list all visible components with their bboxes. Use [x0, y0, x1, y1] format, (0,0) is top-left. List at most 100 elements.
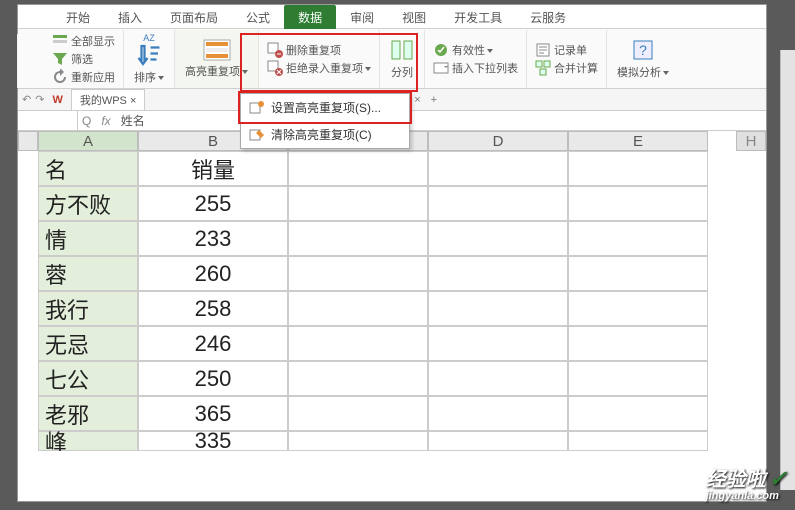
cell[interactable]: 我行	[38, 291, 138, 326]
redo-icon[interactable]: ↷	[35, 93, 44, 106]
cell[interactable]: 销量	[138, 151, 288, 186]
cell[interactable]	[428, 221, 568, 256]
reject-dup-label: 拒绝录入重复项	[286, 60, 371, 76]
cell[interactable]	[428, 431, 568, 451]
table-row: 情 233	[38, 221, 766, 256]
col-header-A[interactable]: A	[38, 131, 138, 151]
tab-dev[interactable]: 开发工具	[440, 5, 516, 28]
tab-close-icon[interactable]: ×	[130, 95, 136, 107]
cell[interactable]	[288, 361, 428, 396]
sort-icon	[137, 43, 161, 67]
tab-formula[interactable]: 公式	[232, 5, 284, 28]
cell[interactable]: 七公	[38, 361, 138, 396]
cell[interactable]: 365	[138, 396, 288, 431]
formula-input[interactable]: 姓名	[117, 112, 766, 129]
validity-button[interactable]: 有效性	[431, 41, 495, 59]
cell[interactable]: 方不败	[38, 186, 138, 221]
table-row: 峰 335	[38, 431, 766, 451]
cell[interactable]	[568, 151, 708, 186]
cell[interactable]: 246	[138, 326, 288, 361]
reject-duplicates-button[interactable]: 拒绝录入重复项	[265, 59, 373, 77]
select-all-corner[interactable]	[18, 131, 38, 151]
cell[interactable]: 335	[138, 431, 288, 451]
insert-dropdown-button[interactable]: 插入下拉列表	[431, 59, 520, 77]
cell[interactable]	[568, 186, 708, 221]
cell[interactable]	[568, 396, 708, 431]
cell[interactable]	[288, 431, 428, 451]
cell[interactable]	[288, 151, 428, 186]
cell[interactable]	[428, 326, 568, 361]
cell[interactable]: 250	[138, 361, 288, 396]
cell[interactable]	[428, 186, 568, 221]
svg-text:?: ?	[639, 42, 647, 58]
cell[interactable]: 峰	[38, 431, 138, 451]
split-icon	[390, 38, 414, 62]
sort-button[interactable]: AZ 排序	[130, 31, 168, 87]
add-tab-button[interactable]: +	[425, 94, 443, 106]
grid-area: A B C D E 名 销量 方不败 255 情 233	[18, 131, 766, 501]
table-row: 老邪 365	[38, 396, 766, 431]
consolidate-button[interactable]: 合并计算	[533, 59, 600, 77]
cell[interactable]	[568, 256, 708, 291]
fx-icon[interactable]: fx	[95, 114, 116, 128]
tab-start[interactable]: 开始	[52, 5, 104, 28]
cell[interactable]	[428, 256, 568, 291]
cell[interactable]	[428, 396, 568, 431]
cell[interactable]	[288, 291, 428, 326]
cell[interactable]	[568, 291, 708, 326]
tab-layout[interactable]: 页面布局	[156, 5, 232, 28]
cell[interactable]	[288, 221, 428, 256]
cell[interactable]	[428, 151, 568, 186]
tab-insert[interactable]: 插入	[104, 5, 156, 28]
sort-label: 排序	[134, 69, 164, 85]
cell[interactable]: 名	[38, 151, 138, 186]
cell[interactable]	[288, 326, 428, 361]
col-header-D[interactable]: D	[428, 131, 568, 151]
tab-close-icon-2[interactable]: ×	[414, 94, 420, 106]
tab-cloud[interactable]: 云服务	[516, 5, 580, 28]
col-header-E[interactable]: E	[568, 131, 708, 151]
wps-tab[interactable]: 我的WPS ×	[71, 89, 146, 111]
what-if-button[interactable]: ? 模拟分析	[613, 36, 673, 82]
auto-filter-button[interactable]: 筛选	[50, 50, 95, 68]
record-form-button[interactable]: 记录单	[533, 41, 589, 59]
cell[interactable]: 233	[138, 221, 288, 256]
clear-highlight-dup-item[interactable]: 清除高亮重复项(C)	[241, 121, 409, 148]
cell[interactable]: 255	[138, 186, 288, 221]
cell[interactable]	[428, 361, 568, 396]
cell[interactable]	[288, 256, 428, 291]
cell[interactable]	[568, 326, 708, 361]
show-all-button[interactable]: 全部显示	[50, 32, 117, 50]
set-highlight-dup-item[interactable]: 设置高亮重复项(S)...	[241, 94, 409, 121]
col-header-H[interactable]: H	[736, 131, 766, 151]
table-row: 无忌 246	[38, 326, 766, 361]
tab-view[interactable]: 视图	[388, 5, 440, 28]
clear-highlight-icon	[249, 127, 265, 143]
table-row: 名 销量	[38, 151, 766, 186]
validity-icon	[433, 42, 449, 58]
cell[interactable]: 蓉	[38, 256, 138, 291]
search-icon[interactable]: Q	[78, 114, 95, 128]
remove-duplicates-button[interactable]: 删除重复项	[265, 41, 343, 59]
tab-review[interactable]: 审阅	[336, 5, 388, 28]
reject-dup-icon	[267, 60, 283, 76]
table-row: 我行 258	[38, 291, 766, 326]
cell[interactable]	[568, 361, 708, 396]
cell[interactable]: 无忌	[38, 326, 138, 361]
cell[interactable]	[428, 291, 568, 326]
cell[interactable]	[568, 431, 708, 451]
cell[interactable]	[568, 221, 708, 256]
cell[interactable]: 老邪	[38, 396, 138, 431]
cell[interactable]	[288, 396, 428, 431]
cell[interactable]: 260	[138, 256, 288, 291]
text-to-columns-button[interactable]: 分列	[386, 36, 418, 82]
cell[interactable]	[288, 186, 428, 221]
highlight-duplicates-button[interactable]: 高亮重复项	[181, 37, 252, 81]
tab-data[interactable]: 数据	[284, 5, 336, 29]
reapply-button[interactable]: 重新应用	[50, 68, 117, 86]
name-box[interactable]	[18, 111, 78, 130]
cell[interactable]: 258	[138, 291, 288, 326]
undo-icon[interactable]: ↶	[22, 93, 31, 106]
remove-dup-icon	[267, 42, 283, 58]
cell[interactable]: 情	[38, 221, 138, 256]
